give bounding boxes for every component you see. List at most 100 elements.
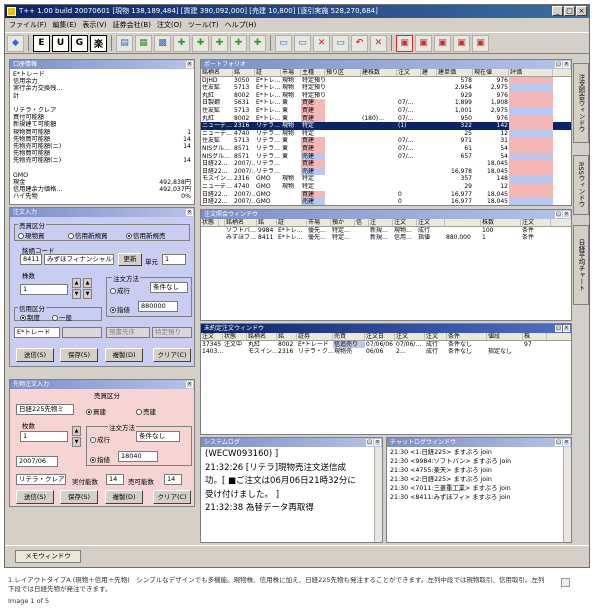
column-header[interactable]: 注文日 — [365, 333, 395, 340]
menu-edit[interactable]: 編集(E) — [53, 19, 77, 31]
column-header[interactable]: 現在値 — [473, 69, 509, 76]
table-row[interactable]: 丸紅 8002 E*トレ… 現物 特定預り 929 976 — [201, 91, 571, 100]
connect-icon[interactable]: ◆ — [7, 34, 24, 52]
broker-u-button[interactable]: U — [52, 34, 69, 52]
column-header[interactable]: 銘 — [277, 333, 297, 340]
layout-d-icon[interactable]: ▣ — [453, 34, 470, 52]
panel-close-icon[interactable]: × — [186, 61, 193, 68]
column-header[interactable]: 銘 — [257, 219, 277, 226]
price-input[interactable]: 880000 — [138, 301, 178, 312]
radio-cash-buy[interactable]: 現物買 — [18, 230, 45, 240]
column-header[interactable]: 建単価 — [437, 69, 473, 76]
table-row[interactable]: 1403… モスイン… 2316 リテラ・ク… 現物売 06/06 2… 成行 条件なし 指定なし — [201, 348, 571, 356]
column-header[interactable] — [445, 219, 481, 226]
panel-restore-icon[interactable]: □ — [555, 325, 562, 332]
table-row[interactable]: ニューデ… 4740 GMO 現物 特定 29 12 — [201, 182, 571, 191]
table-row[interactable]: 日経22… 2007/… リテラ… 買建 18,045 — [201, 160, 571, 168]
futures-save-button[interactable]: 保存(S) — [60, 490, 98, 504]
table-row[interactable]: 日経22… 2007/… リテラ… 売建 16,978 18,045 — [201, 167, 571, 176]
menu-tools[interactable]: ツール(T) — [188, 19, 219, 31]
close-button[interactable]: × — [576, 6, 587, 16]
cancel-icon[interactable]: ✕ — [370, 34, 387, 52]
menu-help[interactable]: ヘルプ(H) — [225, 19, 257, 31]
minimize-button[interactable]: _ — [552, 6, 563, 16]
stock-name-input[interactable]: みずほフィナンシャルグ — [44, 254, 114, 265]
puzzle-icon[interactable]: ✚ — [173, 34, 190, 52]
column-header[interactable]: 証 — [277, 219, 307, 226]
radio-short[interactable]: 売建 — [136, 406, 156, 416]
table-row[interactable]: 37345 注文中 丸紅 8002 E*トレード 信追売り 07/06/06 07/06/… 成… — [201, 340, 571, 349]
new-doc-icon[interactable]: ▭ — [275, 34, 292, 52]
layout-a-icon[interactable]: ▣ — [396, 34, 413, 52]
futures-broker-select[interactable]: リテラ・クレア — [16, 474, 66, 485]
column-header[interactable]: 主種 — [301, 69, 325, 76]
syslog-scrollbar[interactable] — [374, 447, 382, 542]
column-header[interactable]: 信 — [355, 219, 369, 226]
undo-icon[interactable]: ↶ — [351, 34, 368, 52]
column-header[interactable]: 預り区 — [325, 69, 361, 76]
layout-c-icon[interactable]: ▣ — [434, 34, 451, 52]
table-row[interactable]: ニューデ… 4740 リテラ… 現物 特定 25 12 — [201, 129, 571, 138]
futures-radio-limit[interactable]: 指値 — [90, 454, 110, 464]
table-row[interactable]: 日経22… 2007/… GMO 買建 0 16,977 18,045 — [201, 190, 571, 199]
table-row[interactable]: みずほフ… 8411 E*トレ… 優先… 特定… 新規… 信用… 指値 880,000 1 条件 — [201, 234, 571, 242]
column-header[interactable]: 市場 — [281, 69, 301, 76]
panel-restore-icon[interactable]: □ — [555, 211, 562, 218]
table-row[interactable]: 住友鉱 5713 E*トレ… 現物 特定預り 2,954 2,975 — [201, 84, 571, 92]
radio-general-margin[interactable]: 一般 — [52, 312, 72, 322]
qty-input[interactable]: 1 — [20, 284, 68, 295]
menu-view[interactable]: 表示(V) — [82, 19, 106, 31]
futures-qty-input[interactable]: 1 — [20, 431, 68, 442]
table-row[interactable]: 住友鉱 5713 E*トレ… 東 買建 07/… 1,001 2,975 — [201, 106, 571, 115]
chart-icon[interactable]: ▤ — [116, 34, 133, 52]
menu-order[interactable]: 注文(O) — [157, 19, 182, 31]
panel-restore-icon[interactable]: □ — [555, 61, 562, 68]
tab-rss[interactable]: RSSウィンドウ — [573, 155, 589, 215]
column-header[interactable]: 注文 — [425, 333, 447, 340]
table-row[interactable]: 丸紅 8002 E*トレ… 東 買建 (180)… 07/… 950 976 — [201, 114, 571, 123]
futures-qty-down-icon[interactable]: ▼ — [72, 437, 81, 447]
qty-down2-icon[interactable]: ▼ — [83, 289, 92, 299]
broker-select[interactable]: E*トレード — [14, 327, 60, 338]
futures-condition-select[interactable]: 条件なし — [136, 431, 180, 442]
column-header[interactable]: 売買 — [333, 333, 365, 340]
column-header[interactable]: 銘柄名 — [201, 69, 233, 76]
table-row[interactable]: 日経22… 2007/… GMO 売建 0 16,977 18,045 — [201, 198, 571, 205]
maximize-button[interactable]: □ — [564, 6, 575, 16]
panel-restore-icon[interactable]: □ — [555, 439, 562, 446]
panel-close-icon[interactable]: × — [563, 439, 570, 446]
qty-up2-icon[interactable]: ▲ — [83, 278, 92, 288]
radio-market[interactable]: 成行 — [110, 285, 130, 295]
table-row[interactable]: 日製鋼 5631 E*トレ… 東 買建 07/… 1,899 1,908 — [201, 99, 571, 107]
qty-down-icon[interactable]: ▼ — [72, 289, 81, 299]
panel-close-icon[interactable]: × — [374, 439, 381, 446]
puzzle5-icon[interactable]: ✚ — [249, 34, 266, 52]
broker-rakuten-button[interactable]: 楽 — [90, 34, 107, 52]
table-row[interactable]: 住友鉱 5713 リテラ… 東 買建 07/… 971 31 — [201, 137, 571, 145]
open-doc-icon[interactable]: ▭ — [294, 34, 311, 52]
table-row[interactable]: モスイン… 2316 GMO 現物 特定 357 148 — [201, 175, 571, 183]
column-header[interactable]: 注文 — [395, 333, 425, 340]
panel-close-icon[interactable]: × — [186, 381, 193, 388]
tab-order-inquiry[interactable]: 注文照会ウィンドウ — [573, 63, 589, 143]
menu-file[interactable]: ファイル(F) — [9, 19, 47, 31]
chat-scrollbar[interactable] — [563, 447, 571, 542]
refresh-doc-icon[interactable]: ▭ — [332, 34, 349, 52]
puzzle4-icon[interactable]: ✚ — [230, 34, 247, 52]
table-row[interactable]: NISグル… 8571 リテラ… 東 買建 07/… 61 54 — [201, 144, 571, 153]
update-button[interactable]: 更新 — [118, 253, 142, 266]
panel-close-icon[interactable]: × — [563, 325, 570, 332]
broker-e-button[interactable]: E — [33, 34, 50, 52]
contract-select[interactable]: 日経225先物ミ — [16, 404, 74, 415]
duplicate-button[interactable]: 複製(D) — [105, 348, 143, 362]
column-header[interactable]: 条件 — [447, 333, 487, 340]
column-header[interactable]: 注文 — [521, 219, 551, 226]
column-header[interactable]: 建 — [421, 69, 437, 76]
broker-g-button[interactable]: G — [71, 34, 88, 52]
memo-tab[interactable]: メモウィンドウ — [15, 550, 81, 563]
puzzle3-icon[interactable]: ✚ — [211, 34, 228, 52]
send-button[interactable]: 送信(S) — [16, 348, 54, 362]
order-icon[interactable]: ▦ — [135, 34, 152, 52]
qty-up-icon[interactable]: ▲ — [72, 278, 81, 288]
column-header[interactable]: 注文 — [417, 219, 445, 226]
